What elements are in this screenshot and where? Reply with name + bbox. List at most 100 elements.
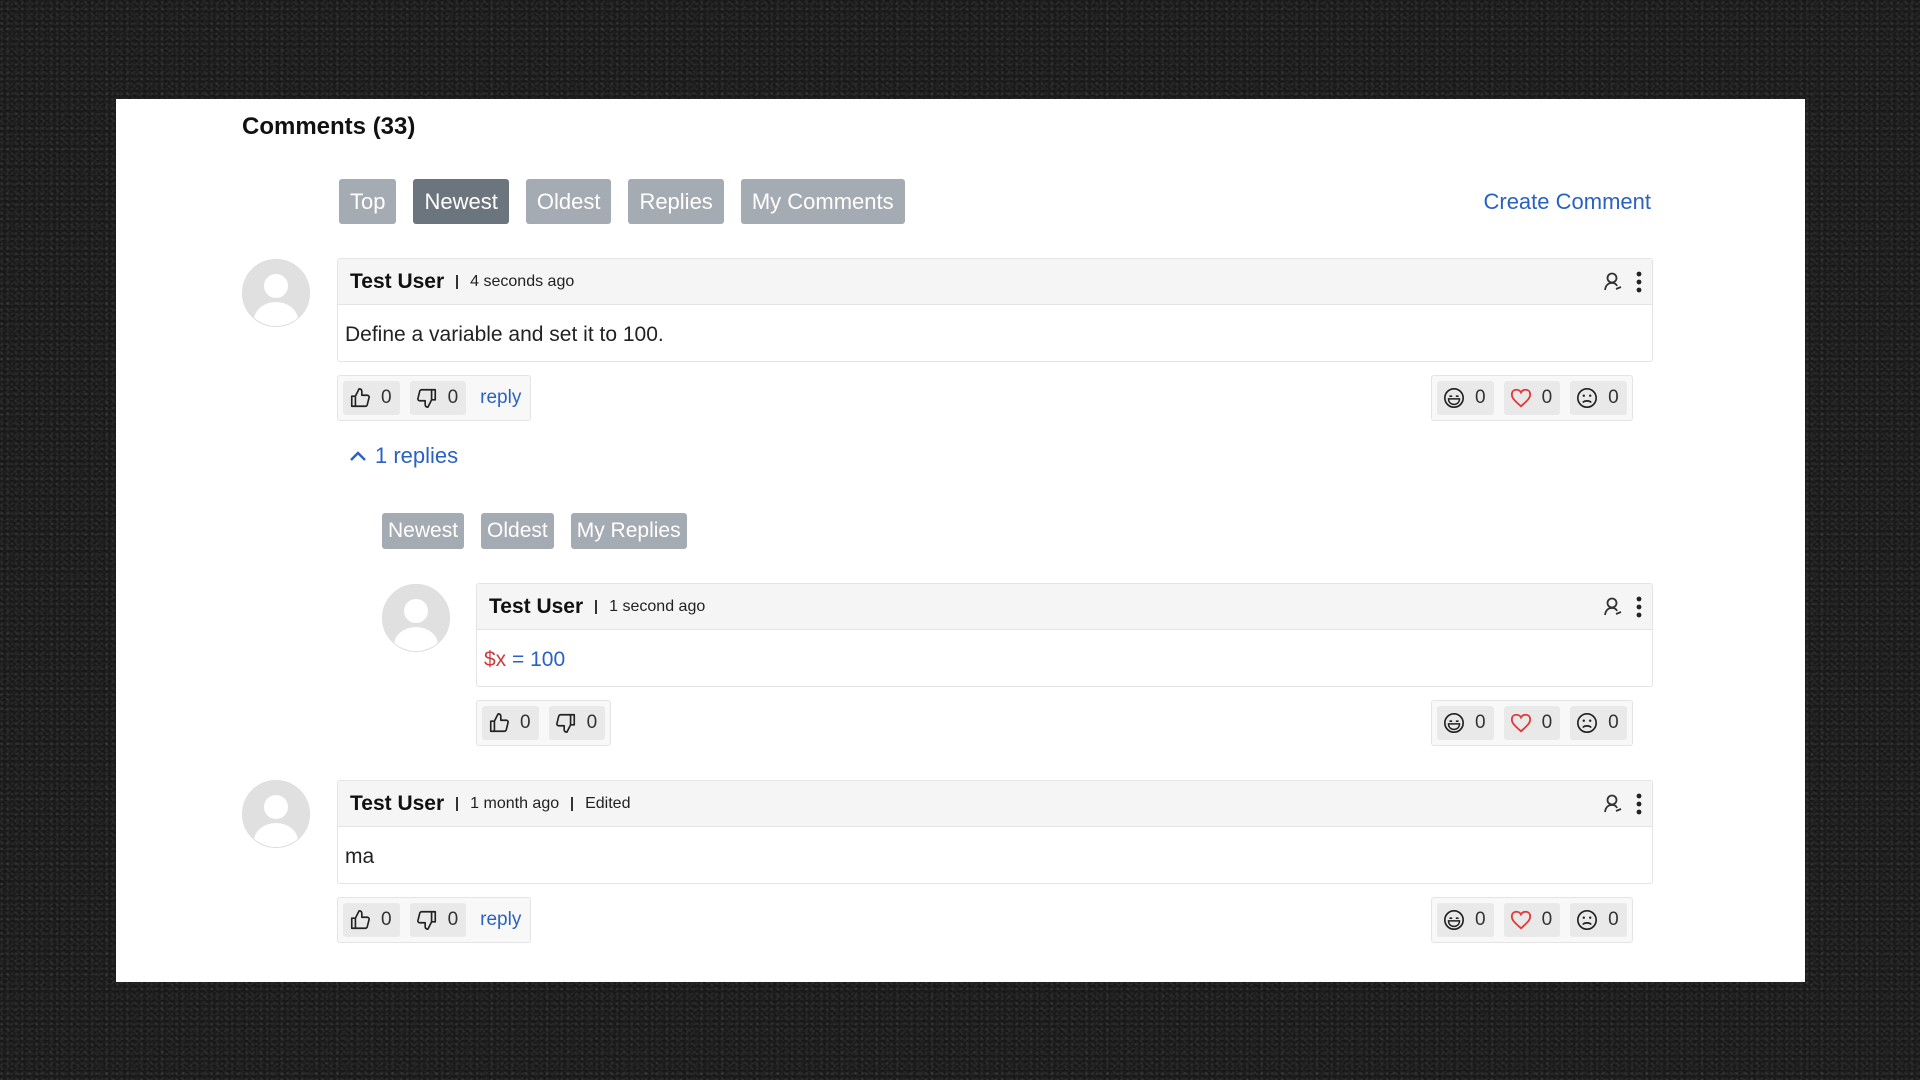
comment-text: Define a variable and set it to 100.: [345, 323, 664, 346]
love-count: 0: [1541, 387, 1553, 408]
dislike-count: 0: [447, 909, 459, 930]
reply-card: Test User 1 second ago $x = 100: [476, 583, 1653, 687]
user-profile-icon[interactable]: [1604, 272, 1622, 297]
laughing-face-icon: [1444, 910, 1464, 930]
separator: [456, 274, 459, 289]
user-avatar-icon: [383, 585, 449, 651]
love-reaction-button[interactable]: 0: [1503, 706, 1561, 740]
heart-icon: [1510, 910, 1531, 930]
laugh-reaction-button[interactable]: 0: [1437, 381, 1494, 415]
user-avatar-icon: [243, 781, 309, 847]
user-avatar-icon: [243, 260, 309, 326]
like-button[interactable]: 0: [482, 706, 539, 740]
love-count: 0: [1541, 909, 1553, 930]
dislike-button[interactable]: 0: [548, 706, 606, 740]
toggle-replies-button[interactable]: 1 replies: [349, 443, 458, 469]
more-options-icon[interactable]: [1636, 793, 1642, 820]
reactions-bar: 0 0 0: [1431, 700, 1633, 746]
user-profile-icon[interactable]: [1604, 794, 1622, 819]
laughing-face-icon: [1444, 388, 1464, 408]
sort-tab-my-comments[interactable]: My Comments: [740, 179, 905, 224]
comment-text: ma: [345, 845, 375, 868]
sad-count: 0: [1608, 909, 1619, 930]
reply-sort-my-replies[interactable]: My Replies: [570, 513, 687, 549]
thumbs-up-icon: [350, 388, 370, 408]
laugh-count: 0: [1475, 909, 1486, 930]
sad-face-icon: [1577, 910, 1598, 930]
chevron-up-icon: [350, 451, 366, 461]
laugh-reaction-button[interactable]: 0: [1437, 706, 1494, 740]
edited-label: Edited: [585, 794, 631, 812]
more-options-icon[interactable]: [1636, 271, 1642, 298]
sad-face-icon: [1577, 713, 1598, 733]
comments-title: Comments (33): [242, 113, 416, 140]
reply-link[interactable]: reply: [476, 909, 525, 931]
sad-face-icon: [1577, 388, 1598, 408]
reply-sort-oldest[interactable]: Oldest: [481, 513, 554, 549]
comment-author[interactable]: Test User: [350, 792, 444, 816]
dislike-count: 0: [447, 387, 459, 408]
reply-code-text: $x = 100: [477, 630, 1652, 690]
sort-tab-replies[interactable]: Replies: [628, 179, 724, 224]
sad-count: 0: [1608, 387, 1619, 408]
love-reaction-button[interactable]: 0: [1503, 381, 1561, 415]
comment-sort-tabs: Top Newest Oldest Replies My Comments: [339, 179, 905, 224]
user-profile-icon[interactable]: [1604, 597, 1622, 622]
comment-card: Test User 1 month ago Edited ma: [337, 780, 1653, 884]
comment-vote-bar: 0 0 reply: [337, 897, 532, 943]
comment-author[interactable]: Test User: [350, 270, 444, 294]
reply-time: 1 second ago: [609, 597, 706, 615]
dislike-button[interactable]: 0: [409, 381, 467, 415]
thumbs-down-icon: [555, 713, 575, 733]
laugh-reaction-button[interactable]: 0: [1437, 903, 1494, 937]
code-variable: $x: [484, 648, 507, 671]
reply-sort-tabs: Newest Oldest My Replies: [382, 513, 687, 549]
avatar: [242, 259, 310, 327]
like-count: 0: [381, 387, 392, 408]
thumbs-down-icon: [416, 388, 436, 408]
love-reaction-button[interactable]: 0: [1503, 903, 1561, 937]
reply-link[interactable]: reply: [476, 387, 525, 409]
like-count: 0: [381, 909, 392, 930]
comment-time: 1 month ago: [470, 794, 560, 812]
laughing-face-icon: [1444, 713, 1464, 733]
reply-sort-newest[interactable]: Newest: [382, 513, 465, 549]
like-count: 0: [520, 712, 531, 733]
sort-tab-newest[interactable]: Newest: [413, 179, 509, 224]
like-button[interactable]: 0: [343, 903, 400, 937]
reply-header: Test User 1 second ago: [477, 584, 1652, 630]
reactions-bar: 0 0 0: [1431, 897, 1633, 943]
sad-reaction-button[interactable]: 0: [1570, 381, 1627, 415]
comment-vote-bar: 0 0 reply: [337, 375, 532, 421]
comment-card: Test User 4 seconds ago Define a variabl…: [337, 258, 1653, 362]
replies-count-label: 1 replies: [375, 443, 459, 468]
reply-author[interactable]: Test User: [489, 595, 583, 619]
thumbs-down-icon: [416, 910, 436, 930]
code-assignment: = 100: [506, 648, 566, 671]
separator: [571, 796, 574, 811]
sort-tab-top[interactable]: Top: [339, 179, 397, 224]
more-options-icon[interactable]: [1636, 596, 1642, 623]
separator: [595, 599, 598, 614]
comments-panel: Comments (33) Top Newest Oldest Replies …: [116, 99, 1805, 982]
laugh-count: 0: [1475, 387, 1486, 408]
love-count: 0: [1541, 712, 1553, 733]
dislike-count: 0: [586, 712, 598, 733]
reactions-bar: 0 0 0: [1431, 375, 1633, 421]
thumbs-up-icon: [350, 910, 370, 930]
sad-reaction-button[interactable]: 0: [1570, 706, 1627, 740]
like-button[interactable]: 0: [343, 381, 400, 415]
sad-reaction-button[interactable]: 0: [1570, 903, 1627, 937]
sort-tab-oldest[interactable]: Oldest: [525, 179, 612, 224]
reply-vote-bar: 0 0: [476, 700, 612, 746]
avatar: [242, 780, 310, 848]
separator: [456, 796, 459, 811]
create-comment-link[interactable]: Create Comment: [1483, 189, 1651, 215]
comment-time: 4 seconds ago: [470, 272, 575, 290]
dislike-button[interactable]: 0: [409, 903, 467, 937]
laugh-count: 0: [1475, 712, 1486, 733]
sad-count: 0: [1608, 712, 1619, 733]
avatar: [382, 584, 450, 652]
heart-icon: [1510, 388, 1531, 408]
comment-header: Test User 4 seconds ago: [338, 259, 1652, 305]
